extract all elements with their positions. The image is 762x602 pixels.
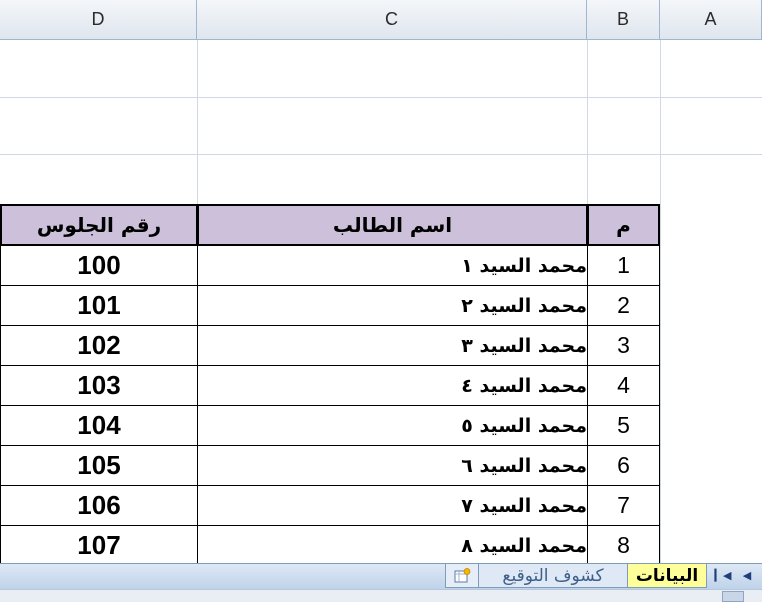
column-label: B <box>616 9 629 29</box>
column-label: D <box>91 9 105 29</box>
gridline <box>660 40 661 563</box>
cell-num[interactable]: 3 <box>587 325 660 366</box>
cell-name[interactable]: محمد السيد ٧ <box>197 485 588 526</box>
page-layout-icon[interactable] <box>722 591 744 602</box>
cell-name[interactable]: محمد السيد ٨ <box>197 525 588 566</box>
column-header-b[interactable]: B <box>587 0 660 40</box>
column-label: A <box>704 9 717 29</box>
sheet-tab-label: كشوف التوقيع <box>502 565 604 586</box>
cell-seat[interactable]: 100 <box>0 245 198 286</box>
cell-seat[interactable]: 101 <box>0 285 198 326</box>
cell-seat[interactable]: 106 <box>0 485 198 526</box>
cell-name[interactable]: محمد السيد ٥ <box>197 405 588 446</box>
first-sheet-icon[interactable]: ▎◀ <box>714 566 732 584</box>
cell-seat[interactable]: 105 <box>0 445 198 486</box>
cell-seat[interactable]: 104 <box>0 405 198 446</box>
gridline <box>0 154 762 155</box>
gridline <box>0 97 762 98</box>
sheet-tab-signatures[interactable]: كشوف التوقيع <box>478 564 628 588</box>
column-header-d[interactable]: D <box>0 0 197 40</box>
cell-num[interactable]: 1 <box>587 245 660 286</box>
insert-sheet-icon <box>454 567 471 582</box>
header-num[interactable]: م <box>587 204 660 246</box>
cell-seat[interactable]: 107 <box>0 525 198 566</box>
column-header-c[interactable]: C <box>197 0 587 40</box>
cell-num[interactable]: 5 <box>587 405 660 446</box>
insert-sheet-icon[interactable] <box>445 564 479 588</box>
cell-name[interactable]: محمد السيد ٢ <box>197 285 588 326</box>
status-bar <box>0 589 762 602</box>
column-header-a[interactable]: A <box>660 0 762 40</box>
prev-sheet-icon[interactable]: ◀ <box>738 566 756 584</box>
cell-seat[interactable]: 102 <box>0 325 198 366</box>
cell-name[interactable]: محمد السيد ٦ <box>197 445 588 486</box>
cell-num[interactable]: 2 <box>587 285 660 326</box>
cell-num[interactable]: 4 <box>587 365 660 406</box>
cell-seat[interactable]: 103 <box>0 365 198 406</box>
cell-name[interactable]: محمد السيد ٣ <box>197 325 588 366</box>
cell-name[interactable]: محمد السيد ٤ <box>197 365 588 406</box>
cell-name[interactable]: محمد السيد ١ <box>197 245 588 286</box>
column-label: C <box>385 9 398 29</box>
cell-num[interactable]: 6 <box>587 445 660 486</box>
sheet-tab-label: البيانات <box>635 565 699 586</box>
cell-num[interactable]: 8 <box>587 525 660 566</box>
sheet-tab-data[interactable]: البيانات <box>627 564 707 588</box>
header-seat[interactable]: رقم الجلوس <box>0 204 198 246</box>
header-name[interactable]: اسم الطالب <box>197 204 588 246</box>
cell-num[interactable]: 7 <box>587 485 660 526</box>
